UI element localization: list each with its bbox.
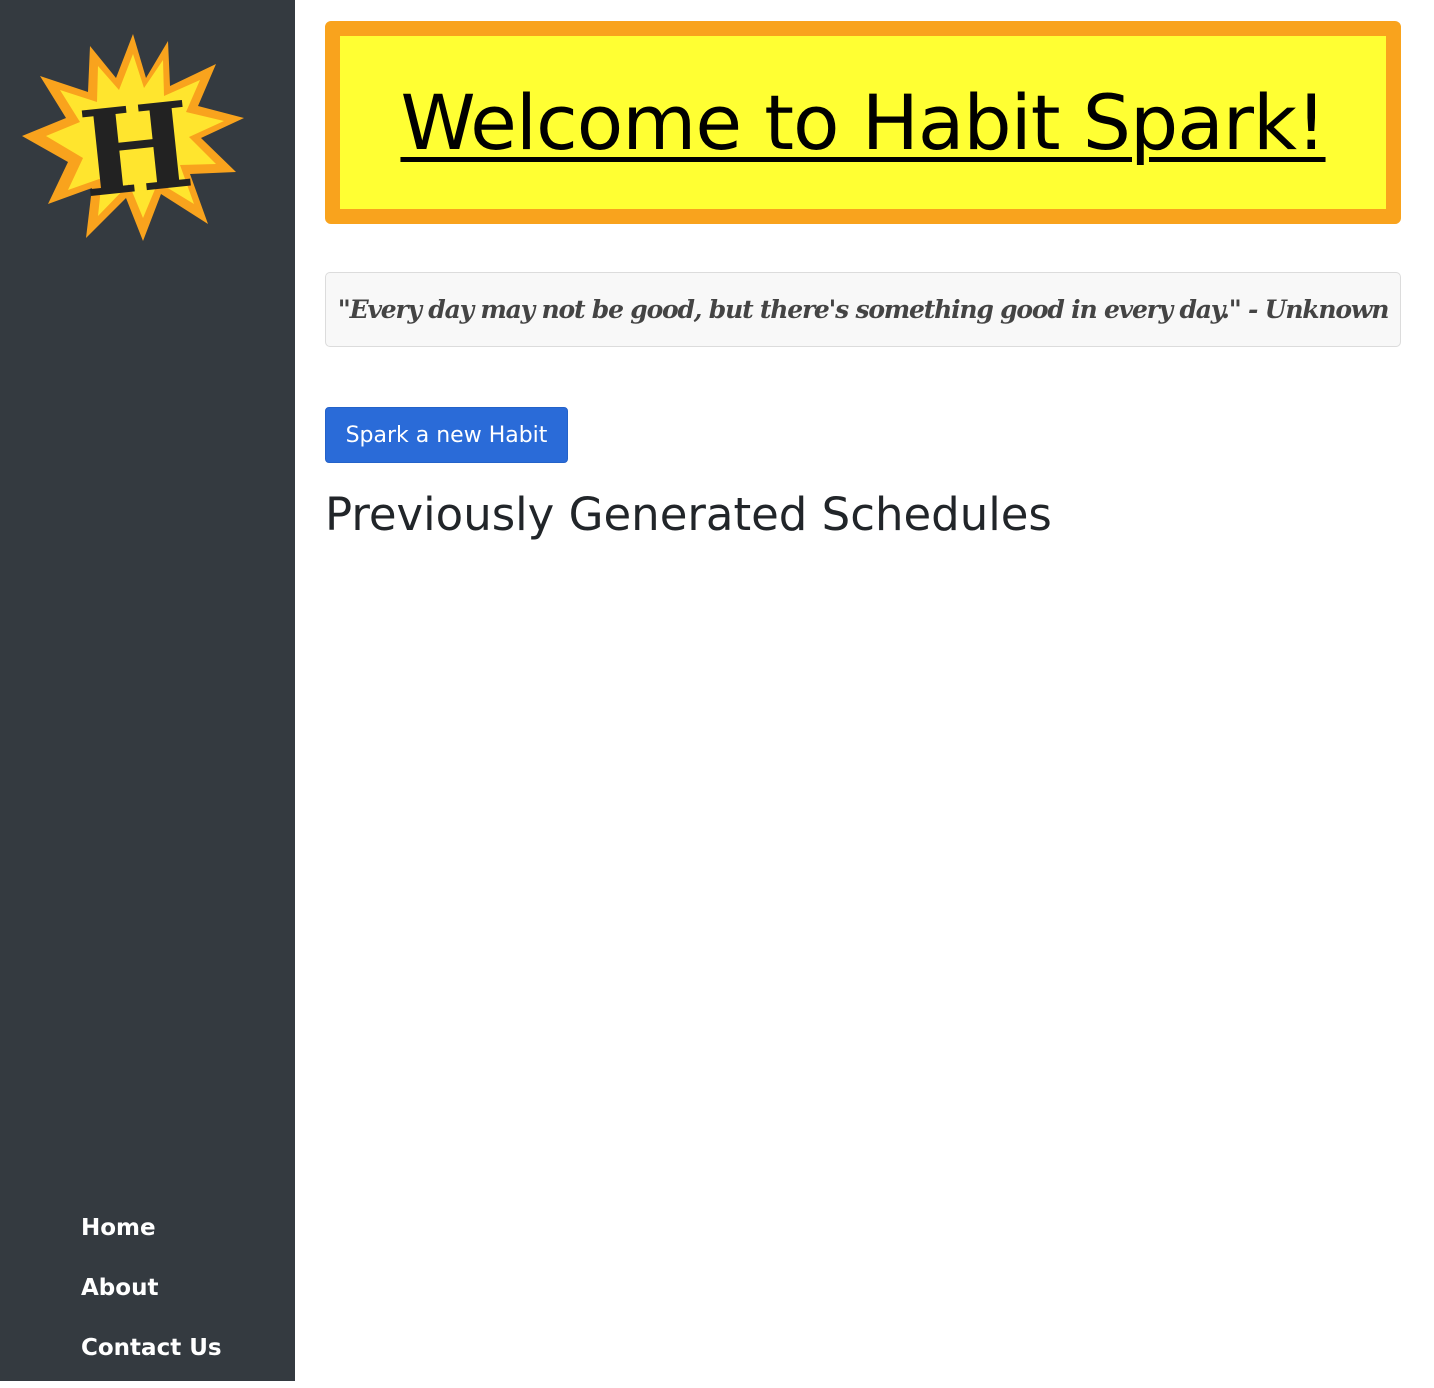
quote-box: "Every day may not be good, but there's … [325,272,1401,347]
nav-link-home[interactable]: Home [81,1208,156,1248]
nav-link-contact-us[interactable]: Contact Us [81,1328,222,1368]
spark-new-habit-button[interactable]: Spark a new Habit [325,407,568,463]
welcome-banner: Welcome to Habit Spark! [325,21,1401,224]
welcome-title: Welcome to Habit Spark! [400,78,1326,167]
nav-item-contact: Contact Us [81,1328,222,1388]
nav-item-about: About [81,1268,222,1328]
logo-link[interactable]: H [18,26,250,248]
logo-letter: H [74,75,199,225]
previous-schedules-heading: Previously Generated Schedules [325,488,1052,541]
sidebar: H Home About Contact Us [0,0,295,1381]
nav-link-about[interactable]: About [81,1268,158,1308]
sidebar-nav: Home About Contact Us [81,1208,222,1388]
habit-spark-logo: H [22,34,244,241]
nav-item-home: Home [81,1208,222,1268]
daily-quote: "Every day may not be good, but there's … [337,295,1390,324]
